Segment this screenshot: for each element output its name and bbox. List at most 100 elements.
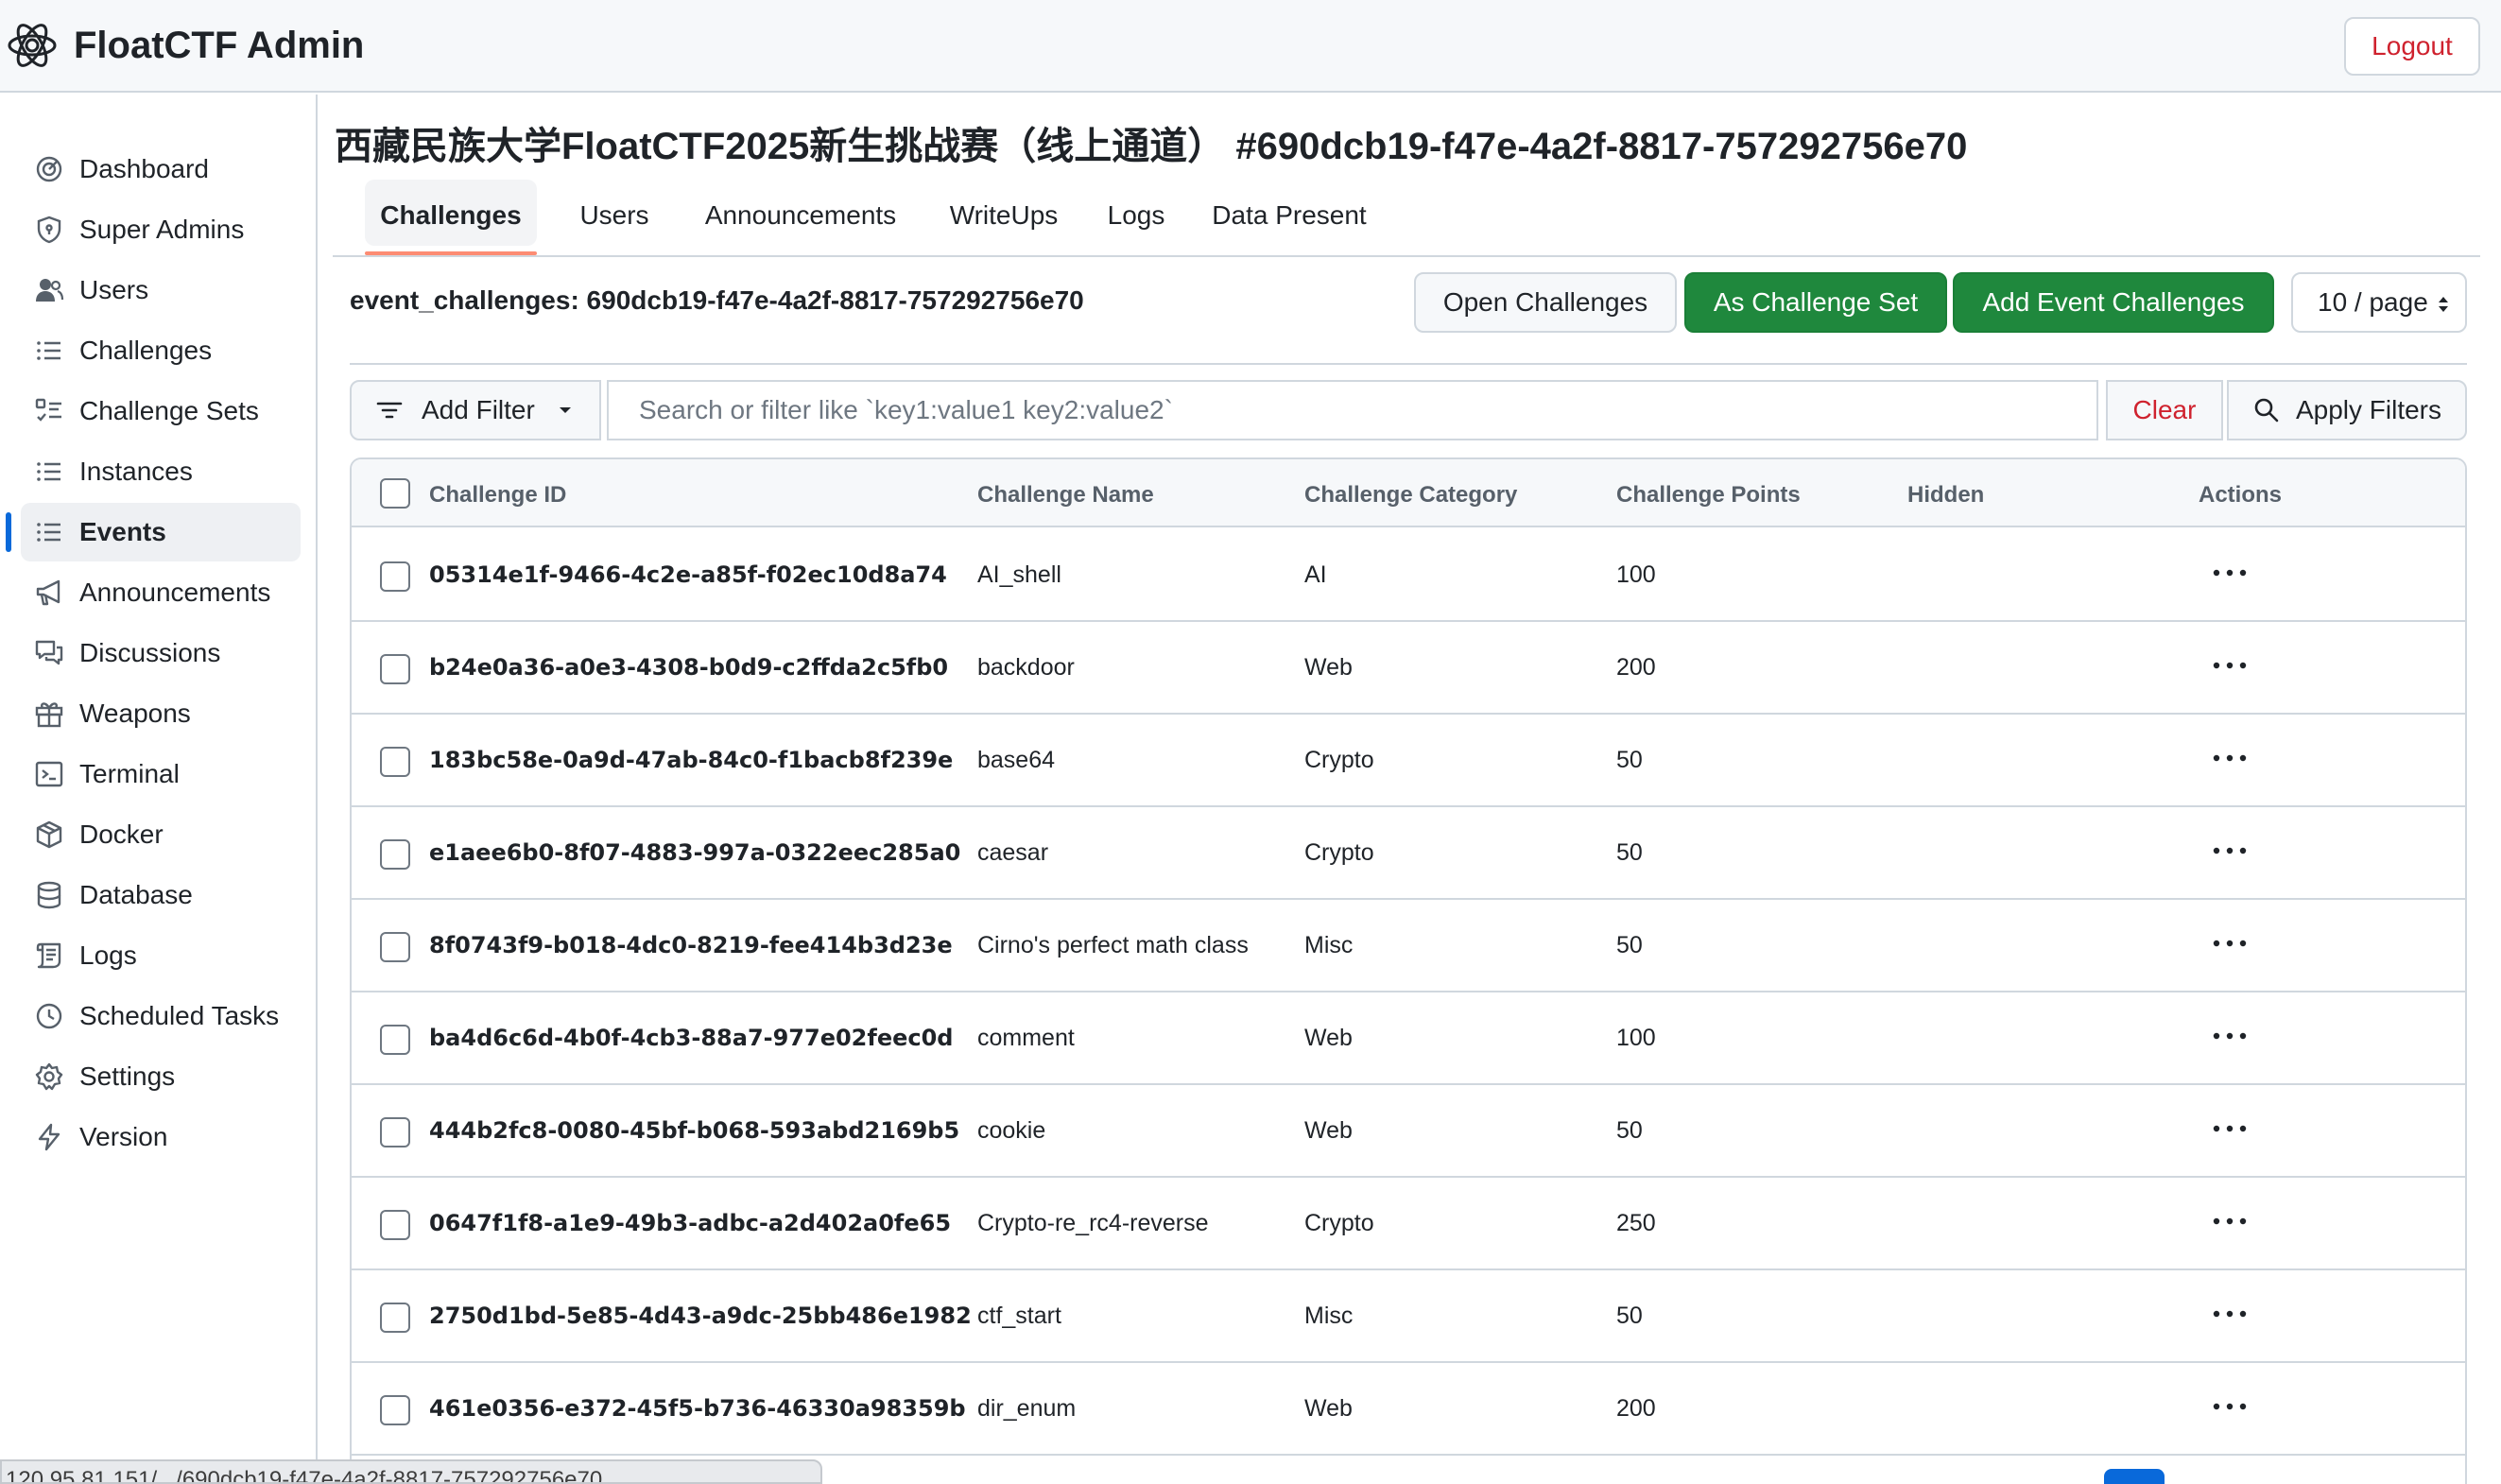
row-checkbox[interactable]	[380, 839, 410, 870]
sidebar-item-challenge-sets[interactable]: Challenge Sets	[21, 382, 301, 440]
challenge-category: Web	[1304, 1117, 1353, 1144]
sidebar-item-events[interactable]: Events	[6, 503, 301, 561]
table-row[interactable]: b24e0a36-a0e3-4308-b0d9-c2ffda2c5fb0 bac…	[352, 622, 2465, 715]
as-challenge-set-button[interactable]: As Challenge Set	[1684, 272, 1947, 333]
table-row[interactable]: 05314e1f-9466-4c2e-a85f-f02ec10d8a74 AI_…	[352, 529, 2465, 622]
tab-data-present[interactable]: Data Present	[1197, 176, 1382, 255]
tab-logs[interactable]: Logs	[1087, 176, 1185, 255]
list-icon	[37, 462, 60, 481]
sidebar-item-label: Weapons	[79, 699, 191, 728]
row-actions-button[interactable]	[2206, 923, 2253, 964]
row-checkbox[interactable]	[380, 747, 410, 777]
row-actions-button[interactable]	[2206, 830, 2253, 871]
sidebar-item-label: Logs	[79, 940, 137, 970]
users-icon	[36, 279, 64, 302]
table-row[interactable]: 2750d1bd-5e85-4d43-a9dc-25bb486e1982 ctf…	[352, 1270, 2465, 1363]
apply-filters-button[interactable]: Apply Filters	[2227, 380, 2467, 440]
table-row[interactable]: 0647f1f8-a1e9-49b3-adbc-a2d402a0fe65 Cry…	[352, 1178, 2465, 1270]
column-header-challenge-points[interactable]: Challenge Points	[1616, 482, 1801, 509]
challenge-id: b24e0a36-a0e3-4308-b0d9-c2ffda2c5fb0	[429, 654, 949, 681]
sidebar-item-users[interactable]: Users	[21, 261, 301, 319]
table-row[interactable]: 183bc58e-0a9d-47ab-84c0-f1bacb8f239e bas…	[352, 715, 2465, 807]
logout-button[interactable]: Logout	[2344, 17, 2480, 76]
sidebar-item-scheduled-tasks[interactable]: Scheduled Tasks	[21, 987, 301, 1045]
add-event-challenges-button[interactable]: Add Event Challenges	[1953, 272, 2274, 333]
row-actions-button[interactable]	[2206, 1200, 2253, 1242]
table-row[interactable]: e1aee6b0-8f07-4883-997a-0322eec285a0 cae…	[352, 807, 2465, 900]
challenge-points: 50	[1616, 839, 1643, 866]
sidebar-item-announcements[interactable]: Announcements	[21, 563, 301, 622]
sidebar-item-label: Terminal	[79, 759, 180, 788]
sidebar-item-discussions[interactable]: Discussions	[21, 624, 301, 682]
row-actions-button[interactable]	[2206, 1015, 2253, 1057]
challenge-name: caesar	[977, 839, 1049, 866]
challenge-points: 200	[1616, 1395, 1656, 1422]
row-checkbox[interactable]	[380, 932, 410, 962]
challenge-category: Web	[1304, 1025, 1353, 1051]
sidebar-item-instances[interactable]: Instances	[21, 442, 301, 501]
row-checkbox[interactable]	[380, 654, 410, 684]
challenge-points: 250	[1616, 1210, 1656, 1236]
tab-writeups[interactable]: WriteUps	[930, 176, 1078, 255]
row-checkbox[interactable]	[380, 561, 410, 592]
row-actions-button[interactable]	[2206, 1108, 2253, 1149]
column-header-challenge-id[interactable]: Challenge ID	[429, 482, 566, 509]
challenge-name: ctf_start	[977, 1303, 1061, 1329]
brand[interactable]: FloatCTF Admin	[6, 19, 364, 72]
sidebar-item-settings[interactable]: Settings	[21, 1047, 301, 1106]
table-row[interactable]: ba4d6c6d-4b0f-4cb3-88a7-977e02feec0d com…	[352, 992, 2465, 1085]
sidebar-item-super-admins[interactable]: Super Admins	[21, 200, 301, 259]
row-actions-button[interactable]	[2206, 1386, 2253, 1427]
row-checkbox[interactable]	[380, 1395, 410, 1425]
row-actions-button[interactable]	[2206, 1293, 2253, 1335]
sidebar-item-dashboard[interactable]: Dashboard	[21, 140, 301, 198]
tab-announcements[interactable]: Announcements	[682, 176, 919, 255]
add-filter-button[interactable]: Add Filter	[350, 380, 601, 440]
row-actions-button[interactable]	[2206, 645, 2253, 686]
sidebar-item-terminal[interactable]: Terminal	[21, 745, 301, 803]
select-all-checkbox[interactable]	[380, 478, 410, 509]
row-actions-button[interactable]	[2206, 552, 2253, 594]
page-title: 西藏民族大学FloatCTF2025新生挑战赛（线上通道） #690dcb19-…	[335, 126, 1968, 167]
challenge-id: e1aee6b0-8f07-4883-997a-0322eec285a0	[429, 839, 961, 866]
checklist-icon	[35, 398, 61, 422]
tab-users[interactable]: Users	[556, 176, 673, 255]
clear-button[interactable]: Clear	[2106, 380, 2223, 440]
challenge-name: Cirno's perfect math class	[977, 932, 1249, 958]
chevron-down-icon	[559, 407, 571, 413]
tab-bar: Challenges Users Announcements WriteUps …	[333, 176, 2480, 257]
row-actions-button[interactable]	[2206, 737, 2253, 779]
sidebar-item-logs[interactable]: Logs	[21, 926, 301, 985]
search-input[interactable]	[607, 380, 2098, 440]
column-header-hidden[interactable]: Hidden	[1907, 482, 1984, 509]
discussions-icon	[35, 640, 63, 665]
kebab-horizontal-icon	[2213, 1217, 2247, 1225]
row-checkbox[interactable]	[380, 1025, 410, 1055]
sidebar-item-database[interactable]: Database	[21, 866, 301, 924]
sidebar-item-weapons[interactable]: Weapons	[21, 684, 301, 743]
table-row[interactable]: 8f0743f9-b018-4dc0-8219-fee414b3d23e Cir…	[352, 900, 2465, 992]
challenge-category: Web	[1304, 654, 1353, 681]
column-header-challenge-category[interactable]: Challenge Category	[1304, 482, 1517, 509]
sidebar-item-version[interactable]: Version	[21, 1108, 301, 1166]
tab-challenges[interactable]: Challenges	[365, 176, 537, 255]
row-checkbox[interactable]	[380, 1303, 410, 1333]
kebab-horizontal-icon	[2213, 1125, 2247, 1132]
open-challenges-button[interactable]: Open Challenges	[1414, 272, 1677, 333]
clock-icon	[36, 1003, 62, 1029]
pagination-current-page-button[interactable]	[2104, 1469, 2165, 1484]
challenge-name: Crypto-re_rc4-reverse	[977, 1210, 1209, 1236]
table-row[interactable]: 461e0356-e372-45f5-b736-46330a98359b dir…	[352, 1363, 2465, 1456]
row-checkbox[interactable]	[380, 1117, 410, 1148]
sidebar-item-challenges[interactable]: Challenges	[21, 321, 301, 380]
page-size-select[interactable]: 10 / page	[2291, 272, 2467, 333]
column-header-challenge-name[interactable]: Challenge Name	[977, 482, 1154, 509]
table-row[interactable]: 444b2fc8-0080-45bf-b068-593abd2169b5 coo…	[352, 1085, 2465, 1178]
row-checkbox[interactable]	[380, 1210, 410, 1240]
add-filter-label: Add Filter	[422, 395, 535, 424]
gear-icon	[35, 1062, 63, 1091]
sidebar-item-docker[interactable]: Docker	[21, 805, 301, 864]
challenge-category: Misc	[1304, 932, 1354, 958]
challenge-points: 50	[1616, 1303, 1643, 1329]
sidebar-item-label: Super Admins	[79, 215, 245, 244]
